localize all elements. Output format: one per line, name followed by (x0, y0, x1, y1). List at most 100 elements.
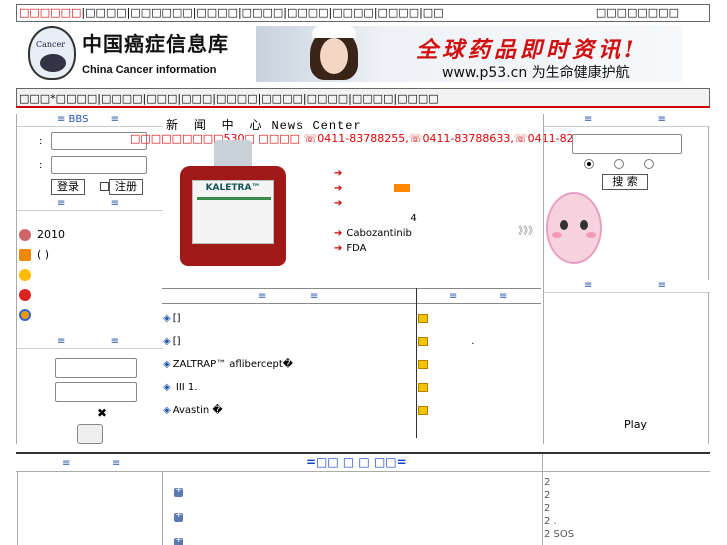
list-item[interactable]: 2 (544, 489, 574, 502)
left-item-5[interactable] (19, 308, 37, 321)
left-item-2-text[interactable]: ( ) (37, 248, 49, 261)
diamond-icon: ◈ (163, 359, 171, 370)
folder-icon (418, 405, 428, 415)
main-nav-links[interactable]: □□□*□□□□|□□□□|□□□|□□□|□□□□|□□□□|□□□□|□□□… (19, 92, 439, 105)
left-item-4[interactable] (19, 288, 37, 301)
list-item[interactable] (418, 358, 538, 381)
search-input[interactable] (572, 134, 682, 154)
left-item-3[interactable] (19, 268, 37, 281)
bbs-header-title: ≡ BBS (57, 114, 89, 125)
list-item[interactable]: ◈ ZALTRAP™ aflibercept� (163, 358, 413, 381)
bottom-section-title: =□□ □ □ □□= (306, 455, 407, 469)
close-check-icon[interactable]: ✖ (97, 406, 107, 420)
list-item[interactable]: . (418, 335, 538, 358)
alert-icon (19, 289, 31, 301)
video-header: ≡ ≡ (544, 280, 710, 293)
right-article-text[interactable]: . (471, 336, 474, 347)
headline-item[interactable]: ➔4 (334, 211, 514, 226)
left-item-1[interactable]: 2010 (19, 228, 65, 241)
list-item[interactable]: ◈[] (163, 335, 413, 358)
more-arrows-icon[interactable]: 》》》 (518, 222, 538, 237)
bottom-left-border (17, 472, 18, 545)
article-text[interactable]: Avastin � (173, 405, 223, 416)
list-item[interactable] (418, 312, 538, 335)
drug-brand: KALETRA™ (205, 183, 261, 193)
list-item[interactable]: 2 SOS (544, 528, 574, 541)
article-text[interactable]: III 1. (173, 382, 198, 393)
headline-text[interactable]: 4 (410, 213, 416, 224)
arrow-icon: ➔ (334, 228, 343, 239)
column-divider (416, 288, 417, 438)
drug-photo[interactable]: KALETRA™ (178, 140, 288, 266)
expand-icon[interactable] (174, 510, 183, 522)
list-item[interactable]: 2 . (544, 515, 574, 528)
box-input-2[interactable] (55, 382, 137, 402)
articles-header-a: ≡ (258, 291, 267, 302)
right-articles-header: ≡ ≡ (417, 288, 541, 304)
headline-item[interactable]: ➔ FDA (334, 241, 514, 256)
remember-checkbox[interactable] (100, 182, 109, 191)
left-box-header-b: ≡ (110, 336, 119, 347)
top-right-link[interactable]: □□□□□□□□ (596, 6, 679, 19)
headline-item[interactable]: ➔ Cabozantinib (334, 226, 514, 241)
top-links-rest[interactable]: |□□□□|□□□□□□|□□□□|□□□□|□□□□|□□□□|□□□□|□□ (81, 6, 443, 19)
right-articles-header-a: ≡ (449, 291, 458, 302)
cancer-seal-icon: Cancer (28, 26, 76, 80)
headline-item[interactable]: ➔ (334, 196, 514, 211)
diamond-icon: ◈ (163, 336, 171, 347)
list-item[interactable] (418, 404, 538, 427)
play-button[interactable]: Play (624, 418, 647, 431)
left-item-2[interactable]: ( ) (19, 248, 49, 261)
article-text[interactable]: [] (173, 313, 181, 324)
top-links[interactable]: □□□□□□|□□□□|□□□□□□|□□□□|□□□□|□□□□|□□□□|□… (19, 6, 444, 19)
list-item[interactable]: 2 (544, 476, 574, 489)
site-logo[interactable]: Cancer 中国癌症信息库 China Cancer information (28, 26, 238, 82)
headline-item[interactable]: ➔ (334, 181, 514, 196)
box-submit-button[interactable] (77, 424, 103, 444)
banner-slogan: 全球药品即时资讯! (416, 37, 638, 63)
bottom-divider-2 (542, 454, 543, 545)
headline-item[interactable]: ➔ (334, 166, 514, 181)
article-text[interactable]: ZALTRAP™ aflibercept� (173, 359, 293, 370)
articles-header: ≡ ≡ (162, 288, 416, 304)
new-badge-icon (394, 184, 411, 192)
search-radio-3[interactable] (644, 159, 654, 169)
right-article-list: . (418, 312, 538, 427)
top-link-bar: □□□□□□|□□□□|□□□□□□|□□□□|□□□□|□□□□|□□□□|□… (16, 4, 710, 22)
nurse-photo (306, 26, 362, 82)
search-radio-2[interactable] (614, 159, 624, 169)
search-header: ≡ ≡ (544, 114, 710, 127)
bbs-header: ≡ BBS ≡ (17, 114, 163, 127)
expand-icon[interactable] (174, 535, 183, 545)
article-list: ◈[] ◈[] ◈ ZALTRAP™ aflibercept� ◈ III 1. … (163, 312, 413, 427)
login-button[interactable]: 登录 (51, 179, 85, 195)
list-item[interactable]: 2 (544, 502, 574, 515)
list-item[interactable] (418, 381, 538, 404)
register-button[interactable]: 注册 (109, 179, 143, 195)
headline-text[interactable]: FDA (346, 243, 366, 254)
expand-icon[interactable] (174, 485, 183, 497)
article-text[interactable]: [] (173, 336, 181, 347)
search-radio-1[interactable] (584, 159, 594, 169)
left-item-1-text[interactable]: 2010 (37, 228, 65, 241)
left-sub-header-a: ≡ (57, 198, 66, 209)
folder-icon (418, 336, 428, 346)
logo-chinese-title: 中国癌症信息库 (82, 32, 229, 56)
search-button[interactable]: 搜 索 (602, 174, 648, 190)
news-center-title: 新 闻 中 心 News Center (166, 116, 362, 133)
box-input-1[interactable] (55, 358, 137, 378)
ad-banner[interactable]: 全球药品即时资讯! www.p53.cn 为生命健康护航 (256, 26, 682, 82)
bottom-right-list: 2 2 2 2 . 2 SOS (544, 476, 574, 541)
video-header-b: ≡ (657, 280, 666, 291)
folder-icon (418, 382, 428, 392)
globe-icon (19, 229, 31, 241)
list-item[interactable]: ◈[] (163, 312, 413, 335)
headline-text[interactable]: Cabozantinib (346, 228, 411, 239)
password-input[interactable] (51, 156, 147, 174)
list-item[interactable]: ◈ III 1. (163, 381, 413, 404)
bottom-separator (16, 471, 710, 472)
diamond-icon: ◈ (163, 313, 171, 324)
list-item[interactable]: ◈ Avastin � (163, 404, 413, 427)
arrow-icon: ➔ (334, 183, 343, 194)
top-links-highlight[interactable]: □□□□□□ (19, 6, 81, 19)
